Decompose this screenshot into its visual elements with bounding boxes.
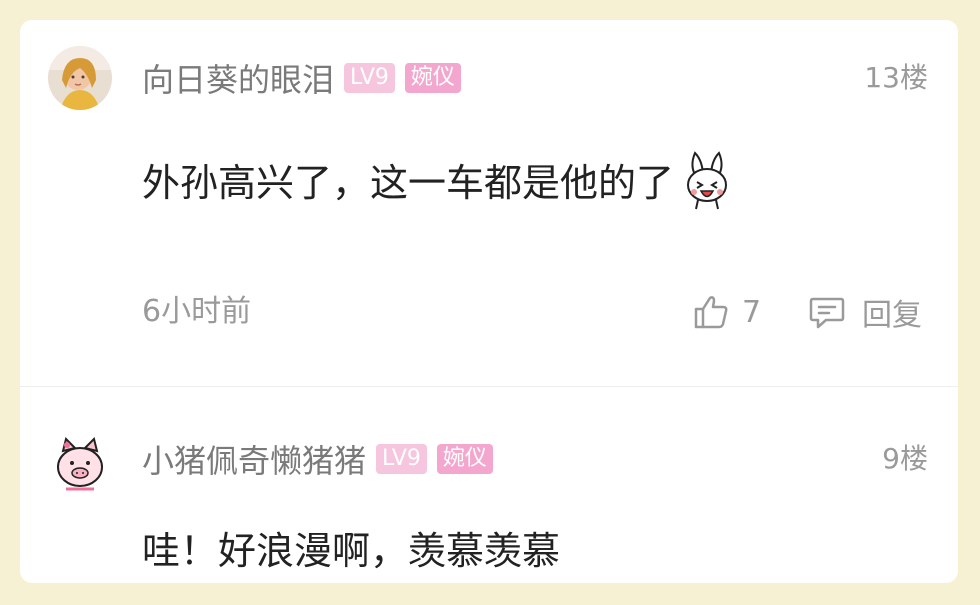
like-count: 7 bbox=[742, 294, 762, 330]
comment-list-card: 向日葵的眼泪 LV9 婉仪 13楼 外孙高兴了，这一车都是他的了 6小时前 7 … bbox=[20, 20, 958, 583]
comment-body: 外孙高兴了，这一车都是他的了 bbox=[142, 160, 675, 205]
comment-item: 小猪佩奇懒猪猪 LV9 婉仪 9楼 哇！好浪漫啊，羡慕羡慕 bbox=[20, 387, 958, 583]
like-button[interactable]: 7 bbox=[692, 290, 761, 334]
floor-number: 9楼 bbox=[882, 442, 928, 475]
level-badge: LV9 bbox=[344, 63, 395, 93]
user-photo-avatar-icon bbox=[48, 46, 112, 110]
comment-bubble-icon bbox=[809, 297, 845, 329]
comment-time: 6小时前 bbox=[142, 294, 252, 329]
piggy-avatar-icon bbox=[48, 433, 112, 497]
comment-item: 向日葵的眼泪 LV9 婉仪 13楼 外孙高兴了，这一车都是他的了 6小时前 7 … bbox=[20, 20, 958, 386]
reply-button[interactable]: 回复 bbox=[808, 290, 922, 334]
reply-label: 回复 bbox=[862, 298, 922, 333]
thumbs-up-icon bbox=[694, 296, 728, 329]
bunny-emoji-icon bbox=[687, 151, 728, 210]
title-badge: 婉仪 bbox=[436, 444, 493, 474]
comment-body: 哇！好浪漫啊，羡慕羡慕 bbox=[142, 528, 561, 573]
title-badge: 婉仪 bbox=[404, 63, 461, 93]
avatar[interactable] bbox=[48, 433, 112, 497]
comment-text: 哇！好浪漫啊，羡慕羡慕 bbox=[142, 518, 560, 576]
user-info-row: 向日葵的眼泪 LV9 婉仪 bbox=[142, 56, 461, 100]
user-info-row: 小猪佩奇懒猪猪 LV9 婉仪 bbox=[142, 437, 493, 481]
avatar[interactable] bbox=[48, 46, 112, 110]
level-badge: LV9 bbox=[376, 444, 427, 474]
username[interactable]: 向日葵的眼泪 bbox=[142, 55, 334, 101]
comment-text: 外孙高兴了，这一车都是他的了 bbox=[142, 144, 734, 214]
floor-number: 13楼 bbox=[864, 61, 928, 94]
username[interactable]: 小猪佩奇懒猪猪 bbox=[142, 436, 366, 482]
